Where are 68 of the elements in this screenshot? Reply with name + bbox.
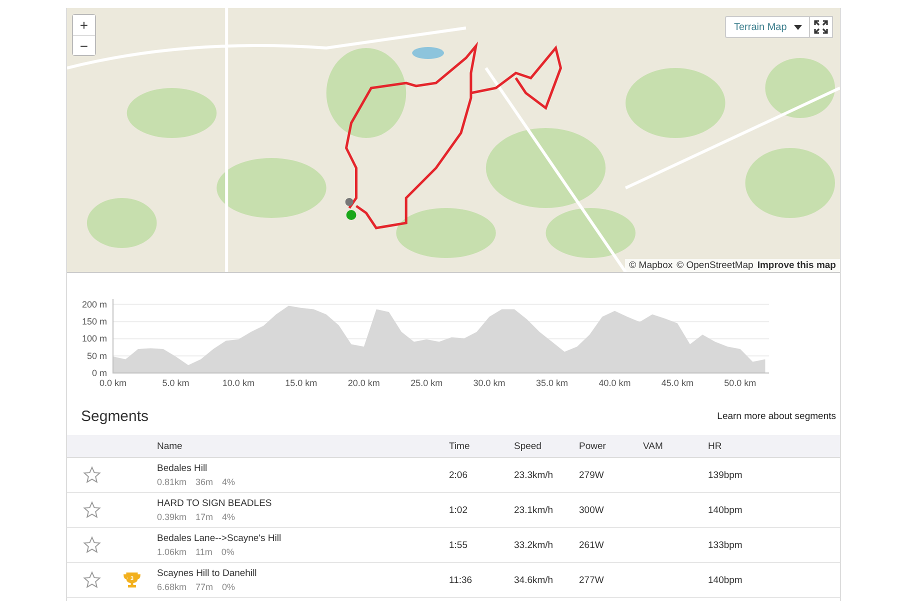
star-icon[interactable]	[83, 536, 101, 554]
axis-label: 45.0 km	[661, 378, 694, 388]
table-cell-text: 23.3km/h	[514, 470, 554, 480]
segment-stat: 4%	[222, 512, 236, 522]
segment-stat: 0.81km	[157, 477, 187, 487]
column-header: Time	[449, 440, 471, 452]
attribution-link[interactable]: Improve this map	[757, 260, 836, 271]
segment-stat: 0%	[221, 547, 234, 557]
table-cell-text: 279W	[579, 470, 605, 480]
star-icon[interactable]	[83, 501, 101, 519]
segment-stat: 0.39km	[157, 512, 187, 522]
segment-link[interactable]: Bedales Lane-->Scayne's Hill	[157, 533, 449, 544]
map-type-dropdown[interactable]: Terrain Map	[725, 16, 811, 38]
axis-label: 50.0 km	[724, 378, 756, 388]
segment-stat: 0%	[222, 582, 236, 592]
axis-label: 0 m	[92, 368, 107, 378]
axis-label: 50 m	[86, 350, 107, 361]
table-cell-text: 1:02	[449, 504, 468, 516]
column-header: Name	[157, 440, 184, 452]
segment-stat: 1.06km	[157, 547, 187, 557]
table-cell-text: 33.2km/h	[514, 540, 554, 550]
table-cell-text: 23.1km/h	[514, 504, 554, 516]
zoom-out-button[interactable]: −	[73, 35, 95, 55]
segment-stat: 17m	[196, 512, 214, 522]
axis-label: 150 m	[82, 316, 107, 327]
table-cell-text: 133bpm	[708, 540, 744, 550]
axis-label: 20.0 km	[348, 378, 380, 388]
axis-label: 5.0 km	[162, 378, 190, 388]
learn-more-link[interactable]: Learn more about segments	[717, 410, 836, 422]
column-header: Speed	[514, 440, 542, 452]
column-header: Power	[579, 440, 607, 452]
segment-stat: 6.68km	[157, 582, 187, 592]
table-cell-text: 139bpm	[708, 470, 744, 480]
axis-label: 10.0 km	[222, 378, 254, 388]
expand-icon	[814, 20, 828, 34]
caret-icon	[794, 24, 802, 30]
segment-link[interactable]: Scaynes Hill to Danehill	[157, 568, 449, 579]
table-cell-text: 34.6km/h	[514, 574, 554, 586]
table-cell-text: 140bpm	[708, 504, 744, 516]
segment-link[interactable]: HARD TO SIGN BEADLES	[157, 498, 449, 509]
attribution-link[interactable]: © Mapbox	[629, 260, 673, 271]
axis-label: 15.0 km	[285, 378, 318, 388]
star-icon[interactable]	[83, 466, 101, 484]
table-cell-text: 300W	[579, 504, 605, 516]
segment-link[interactable]: Bedales Hill	[157, 463, 449, 474]
table-cell-text: 261W	[579, 540, 605, 550]
axis-label: 30.0 km	[473, 378, 506, 388]
segment-stat: 11m	[196, 547, 212, 557]
axis-label: 100 m	[82, 334, 107, 344]
axis-label: 200 m	[82, 299, 107, 310]
axis-label: 0.0 km	[100, 378, 126, 388]
table-cell-text: 2:06	[449, 470, 468, 480]
star-icon[interactable]	[83, 571, 101, 589]
column-header: HR	[708, 440, 723, 452]
table-cell-text: 11:36	[449, 574, 474, 586]
axis-label: 35.0 km	[536, 378, 568, 388]
fullscreen-button[interactable]	[809, 16, 833, 38]
table-cell-text: 1:55	[449, 540, 468, 550]
table-cell-text: 277W	[579, 574, 605, 586]
axis-label: 25.0 km	[410, 378, 443, 388]
table-cell-text: 140bpm	[708, 574, 744, 586]
section-title: Segments	[81, 408, 149, 424]
segment-stat: 36m	[196, 477, 214, 487]
attribution-link[interactable]: © OpenStreetMap	[676, 260, 754, 271]
segment-stat: 77m	[196, 582, 214, 592]
column-header: VAM	[643, 440, 664, 452]
axis-label: 40.0 km	[598, 378, 631, 388]
segment-stat: 4%	[222, 477, 236, 487]
